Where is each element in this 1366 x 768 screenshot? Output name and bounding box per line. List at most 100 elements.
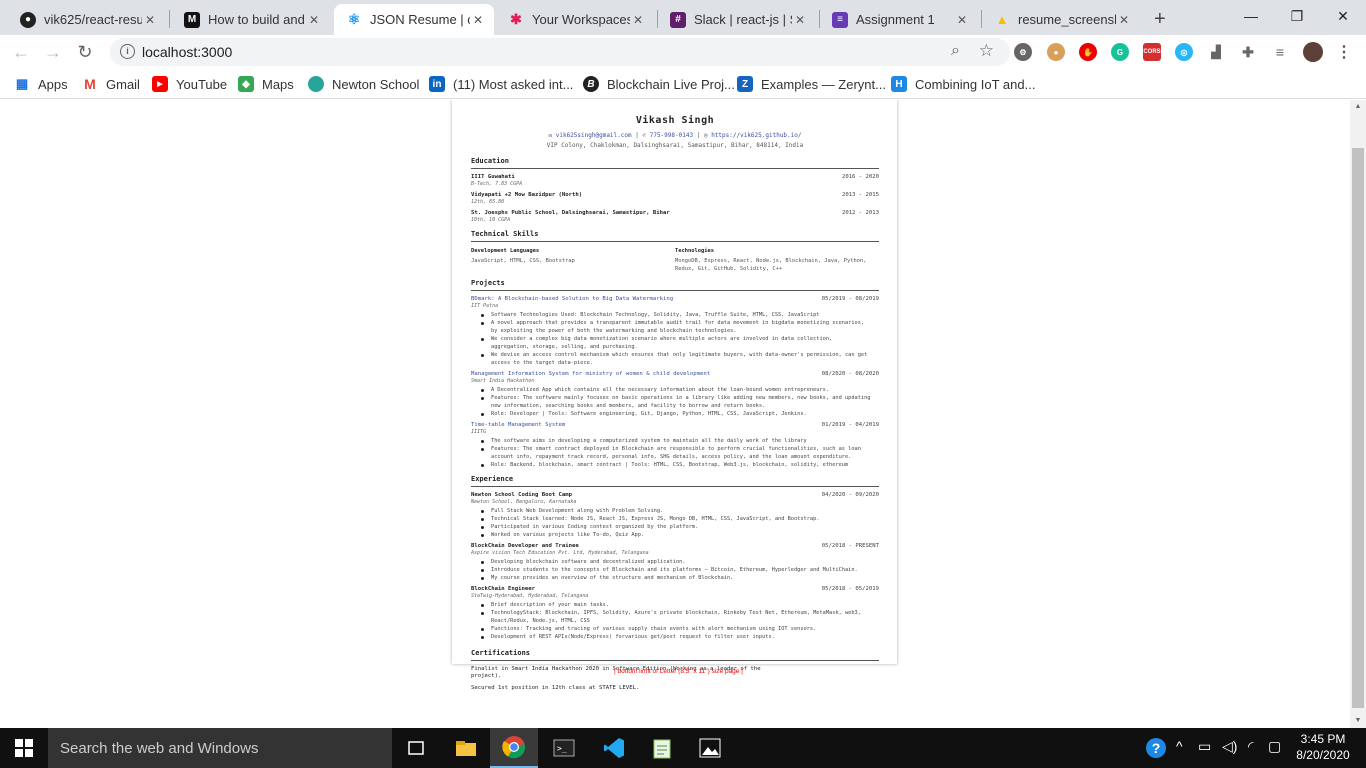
menu-icon[interactable]: ⋮ [1335, 43, 1353, 61]
media-queue-icon[interactable]: ≡ [1271, 43, 1289, 61]
tab-json-resume[interactable]: ⚛ JSON Resume | co ✕ [334, 4, 494, 35]
email-link[interactable]: vik625singh@gmail.com [556, 132, 632, 139]
skills-table: Development Languages JavaScript, HTML, C… [471, 248, 867, 272]
react-icon: ⚛ [347, 11, 361, 27]
github-icon: ● [20, 11, 36, 28]
blockchain-icon: B [583, 76, 599, 92]
gmail-icon: M [84, 76, 96, 92]
vertical-scrollbar[interactable]: ▲ ▼ [1350, 100, 1366, 728]
project-entry: Time-table Management System 01/2019 - 04… [471, 422, 879, 469]
cors-extension-icon[interactable]: CORS [1143, 43, 1161, 61]
list-item: Features: The software mainly focuses on… [471, 394, 873, 410]
list-item: Role: Developer | Tools: Software engine… [471, 410, 873, 418]
chevron-up-icon[interactable]: ^ [1176, 738, 1183, 754]
scroll-down-arrow[interactable]: ▼ [1350, 714, 1366, 728]
close-tab-icon[interactable]: ✕ [306, 13, 322, 27]
minimize-button[interactable]: — [1228, 0, 1274, 32]
scroll-up-arrow[interactable]: ▲ [1350, 100, 1366, 114]
contact-line: ✉ vik625singh@gmail.com | ✆ 775-998-0143… [548, 132, 802, 139]
education-entry: IIIT Guwahati 2016 - 2020 [471, 174, 879, 180]
chat-icon[interactable]: ▢ [1268, 738, 1281, 755]
tab-slack[interactable]: # Slack | react-js | Sk ✕ [658, 4, 816, 35]
tab-medium[interactable]: M How to build and ✕ [172, 4, 330, 35]
volume-icon[interactable]: ◁) [1222, 738, 1237, 755]
windows-taskbar: Search the web and Windows >_ ? ^ ▭ ◁) ◜… [0, 728, 1366, 768]
close-tab-icon[interactable]: ✕ [1116, 13, 1132, 27]
tab-workspaces[interactable]: ✱ Your Workspaces ✕ [496, 4, 654, 35]
tab-github[interactable]: ● vik625/react-resum ✕ [8, 4, 166, 35]
file-explorer-icon[interactable] [442, 728, 490, 768]
scrollbar-thumb[interactable] [1352, 148, 1364, 708]
education-entry: St. Joesphs Public School, Dalsinghsarai… [471, 210, 879, 216]
bookmark-maps[interactable]: ◆ Maps [238, 75, 294, 93]
system-clock[interactable]: 3:45 PM 8/20/2020 [1288, 731, 1358, 763]
grammarly-extension-icon[interactable]: G [1111, 43, 1129, 61]
list-item: A Decentralized App which contains all t… [471, 386, 873, 394]
svg-text:>_: >_ [557, 744, 567, 753]
url-text[interactable]: localhost:3000 [142, 44, 232, 60]
settings-extension-icon[interactable]: ⚙ [1014, 43, 1032, 61]
notepad-plus-icon[interactable] [638, 728, 686, 768]
bookmark-youtube[interactable]: ▶ YouTube [152, 75, 227, 93]
bookmark-zerynth[interactable]: Z Examples — Zerynt... [737, 75, 886, 93]
project-title-link[interactable]: Time-table Management System [471, 422, 565, 429]
forward-button[interactable]: → [40, 39, 66, 65]
close-tab-icon[interactable]: ✕ [630, 13, 646, 27]
section-title: Experience [471, 475, 879, 487]
task-view-icon[interactable] [392, 728, 440, 768]
bookmark-apps[interactable]: ▦ Apps [14, 75, 68, 93]
bookmark-star-icon[interactable]: ☆ [979, 41, 994, 61]
maximize-button[interactable]: ❐ [1274, 0, 1320, 32]
tab-assignment[interactable]: ≡ Assignment 1 ✕ [820, 4, 978, 35]
bookmark-newton-school[interactable]: Newton School [308, 75, 419, 93]
extension-icon[interactable]: ◎ [1175, 43, 1193, 61]
list-item: Role: Backend, blockchain, smart contrac… [471, 461, 873, 469]
cookie-extension-icon[interactable]: ● [1047, 43, 1065, 61]
bookmark-iot[interactable]: H Combining IoT and... [891, 75, 1035, 93]
back-button[interactable]: ← [8, 39, 34, 65]
list-item: Introduce students to the concepts of Bl… [471, 566, 873, 574]
close-tab-icon[interactable]: ✕ [470, 13, 486, 27]
bookmark-gmail[interactable]: M Gmail [82, 75, 140, 93]
phone-link[interactable]: 775-998-0143 [650, 132, 693, 139]
project-title-link[interactable]: Management Information System for minist… [471, 371, 710, 378]
project-entry: BDmark: A Blockchain-based Solution to B… [471, 296, 879, 366]
reload-button[interactable]: ↻ [72, 39, 98, 65]
search-icon[interactable]: ⌕ [951, 42, 960, 60]
list-item: Participated in various Coding contest o… [471, 523, 873, 531]
taskbar-search-input[interactable]: Search the web and Windows [48, 728, 392, 768]
adblock-extension-icon[interactable]: ✋ [1079, 43, 1097, 61]
new-tab-button[interactable]: + [1148, 4, 1180, 35]
bookmark-linkedin[interactable]: in (11) Most asked int... [429, 75, 573, 93]
experience-entry: Newton School Coding Boot Camp 04/2020 - … [471, 492, 879, 538]
resume: Vikash Singh ✉ vik625singh@gmail.com | ✆… [471, 115, 879, 691]
iot-icon: H [891, 76, 907, 92]
close-tab-icon[interactable]: ✕ [954, 13, 970, 27]
info-icon[interactable]: i [120, 44, 135, 59]
stats-extension-icon[interactable]: ▟ [1207, 43, 1225, 61]
tab-drive[interactable]: ▲ resume_screensho ✕ [982, 4, 1140, 35]
zerynth-icon: Z [737, 76, 753, 92]
battery-icon[interactable]: ▭ [1198, 738, 1211, 755]
address-bar[interactable]: i localhost:3000 ⌕ ☆ [110, 38, 1010, 66]
project-title-link[interactable]: BDmark: A Blockchain-based Solution to B… [471, 296, 673, 303]
windows-start-button[interactable] [0, 728, 48, 768]
list-item: The software aims in developing a comput… [471, 437, 873, 445]
avatar[interactable] [1303, 42, 1323, 62]
help-icon[interactable]: ? [1146, 738, 1166, 758]
close-tab-icon[interactable]: ✕ [792, 13, 808, 27]
bookmark-blockchain[interactable]: B Blockchain Live Proj... [583, 75, 735, 93]
photos-icon[interactable] [686, 728, 734, 768]
terminal-icon[interactable]: >_ [540, 728, 588, 768]
experience-entry: BlockChain Engineer 05/2018 - 05/2019 Sta… [471, 586, 879, 640]
chrome-taskbar-icon[interactable] [490, 728, 538, 768]
close-tab-icon[interactable]: ✕ [142, 13, 158, 27]
list-item: Functions: Tracking and tracing of vario… [471, 625, 873, 633]
extensions-puzzle-icon[interactable]: ✚ [1239, 43, 1257, 61]
close-window-button[interactable]: ✕ [1320, 0, 1366, 32]
wifi-icon[interactable]: ◜ [1248, 738, 1253, 755]
apps-grid-icon: ▦ [15, 76, 29, 91]
website-link[interactable]: https://vik625.github.io/ [711, 132, 801, 139]
resume-name: Vikash Singh [635, 115, 715, 126]
vscode-icon[interactable] [590, 728, 638, 768]
